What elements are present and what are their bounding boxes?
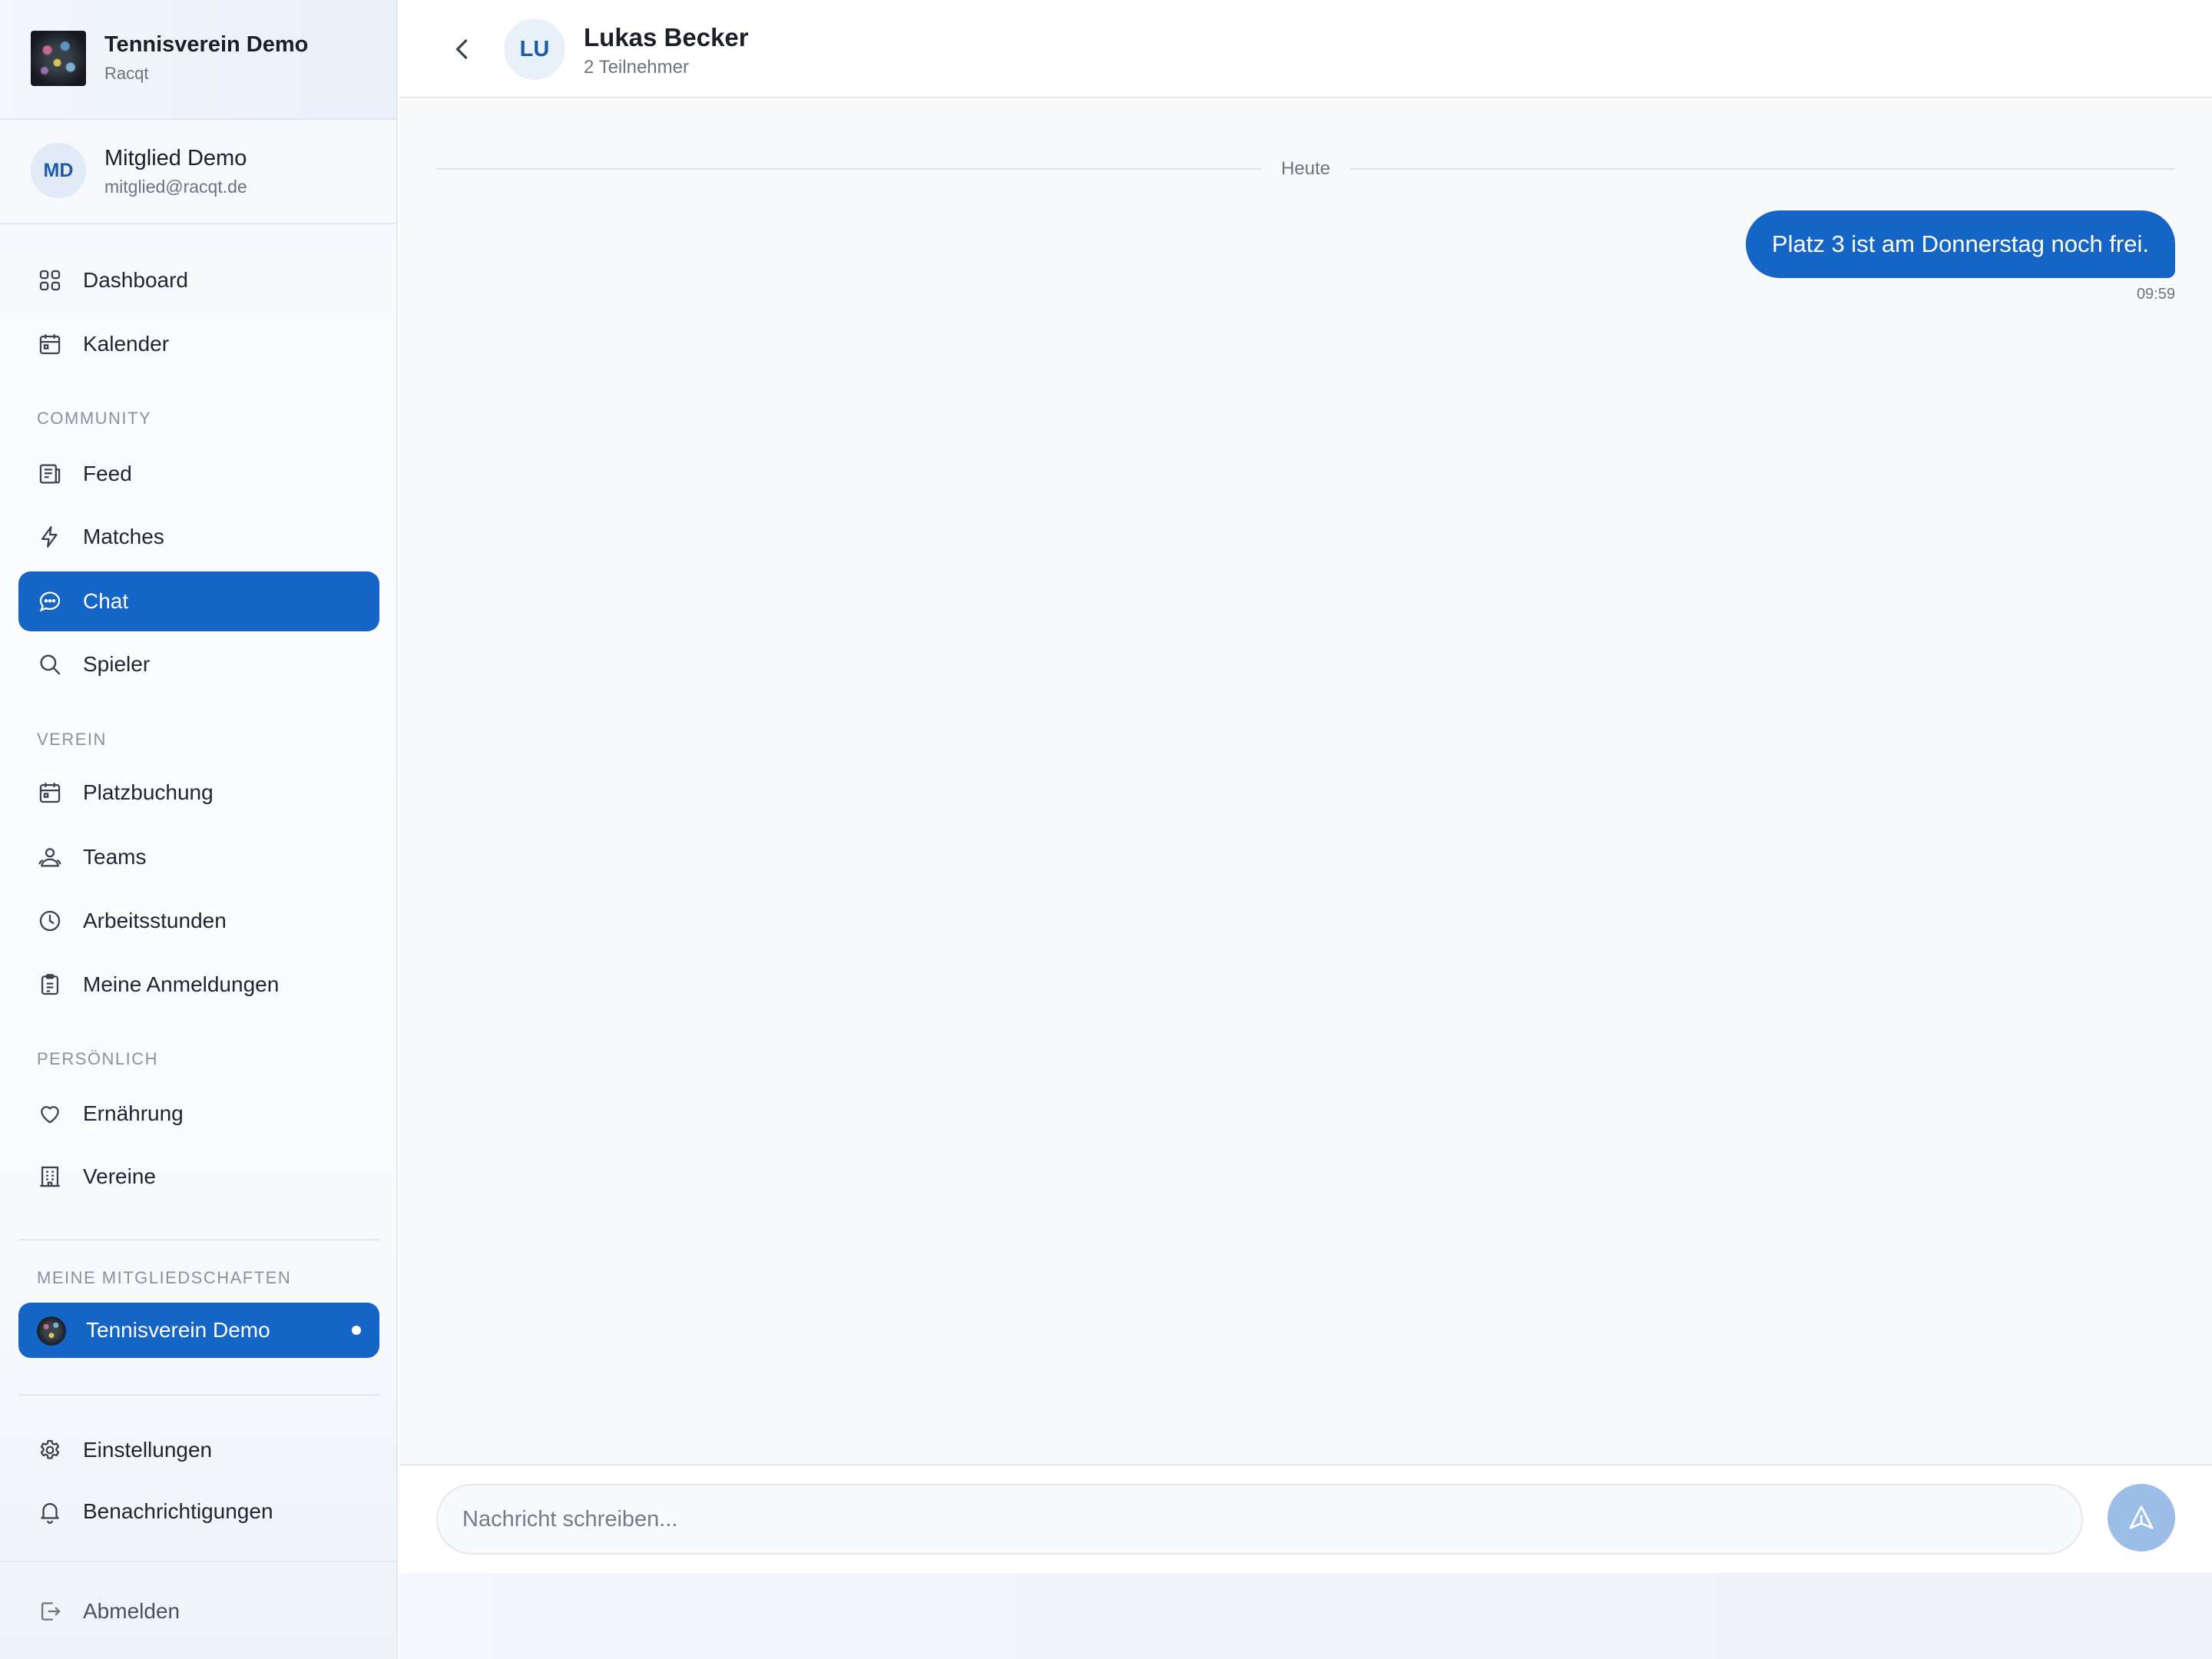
sidebar-item-label: Ernährung [83,1101,184,1125]
sidebar-item-einstellungen[interactable]: Einstellungen [18,1420,379,1480]
date-separator-label: Heute [1280,158,1331,179]
message-composer [399,1464,2212,1573]
sidebar-item-label: Arbeitsstunden [83,909,227,932]
divider [18,1394,379,1396]
sidebar-item-matches[interactable]: Matches [18,507,379,567]
sidebar-item-label: Matches [83,525,164,548]
chat-bubble-icon [37,588,63,614]
section-label-mitgliedschaften: MEINE MITGLIEDSCHAFTEN [37,1268,292,1287]
divider [18,1239,379,1240]
sidebar-item-arbeitsstunden[interactable]: Arbeitsstunden [18,891,379,951]
sidebar-item-benachrichtigungen[interactable]: Benachrichtigungen [18,1482,379,1541]
sidebar-item-label: Kalender [83,332,170,356]
section-label-verein: VEREIN [37,730,107,749]
sidebar-item-label: Abmelden [83,1599,180,1623]
newspaper-icon [37,461,63,487]
chat-header: LU Lukas Becker 2 Teilnehmer [399,0,2212,98]
lightning-icon [37,524,63,550]
sidebar-item-label: Einstellungen [83,1438,213,1462]
logout-icon [37,1598,63,1624]
clipboard-icon [37,972,63,998]
sidebar-item-spieler[interactable]: Spieler [18,634,379,694]
sidebar-item-label: Meine Anmeldungen [83,972,280,996]
message-timestamp: 09:59 [2136,286,2175,303]
calendar-icon [37,331,63,357]
club-name: Tennisverein Demo [104,32,309,57]
sidebar-item-ernaehrung[interactable]: Ernährung [18,1084,379,1144]
message-list[interactable]: Heute Platz 3 ist am Donnerstag noch fre… [399,100,2212,1464]
users-icon [37,844,63,870]
sidebar-item-feed[interactable]: Feed [18,444,379,504]
user-profile[interactable]: MD Mitglied Demo mitglied@racqt.de [0,120,396,224]
building-icon [37,1164,63,1190]
heart-icon [37,1101,63,1127]
sidebar-item-label: Chat [83,589,129,613]
participant-count: 2 Teilnehmer [584,57,689,78]
message-input[interactable] [436,1484,2083,1555]
sidebar-item-label: Vereine [83,1164,156,1188]
active-indicator-dot [352,1326,361,1335]
club-subtitle: Racqt [104,64,149,83]
sidebar-item-anmeldungen[interactable]: Meine Anmeldungen [18,955,379,1015]
gear-icon [37,1437,63,1463]
bell-icon [37,1498,63,1525]
club-header: Tennisverein Demo Racqt [0,0,396,120]
logout-section: Abmelden [0,1561,396,1659]
search-icon [37,651,63,677]
sidebar-item-label: Spieler [83,652,151,676]
chevron-left-icon [455,39,468,59]
sidebar-item-platzbuchung[interactable]: Platzbuchung [18,763,379,823]
date-separator: Heute [436,155,2175,183]
sidebar-item-teams[interactable]: Teams [18,827,379,887]
sidebar-item-label: Feed [83,462,132,485]
membership-tennisverein-demo[interactable]: Tennisverein Demo [18,1303,379,1358]
calendar-icon [37,780,63,806]
sidebar-item-vereine[interactable]: Vereine [18,1147,379,1207]
send-button[interactable] [2108,1484,2175,1551]
avatar: MD [31,143,86,198]
sidebar-item-label: Teams [83,845,147,869]
sidebar-item-label: Platzbuchung [83,780,214,804]
sidebar-item-abmelden[interactable]: Abmelden [18,1581,379,1641]
back-button[interactable] [445,32,479,66]
sidebar-item-label: Dashboard [83,268,188,292]
section-label-persoenlich: PERSÖNLICH [37,1049,159,1068]
chat-panel: LU Lukas Becker 2 Teilnehmer Heute Platz… [399,0,2212,1659]
sidebar-item-dashboard[interactable]: Dashboard [18,250,379,310]
user-email: mitglied@racqt.de [104,177,247,197]
grid-icon [37,267,63,293]
club-logo [31,31,86,86]
membership-label: Tennisverein Demo [86,1318,270,1342]
send-icon [2129,1505,2154,1529]
club-mini-logo [37,1316,66,1346]
user-name: Mitglied Demo [104,146,247,171]
sidebar-item-kalender[interactable]: Kalender [18,314,379,374]
sidebar: Tennisverein Demo Racqt MD Mitglied Demo… [0,0,398,1659]
message-bubble-outgoing[interactable]: Platz 3 ist am Donnerstag noch frei. [1745,210,2175,278]
bottom-area [399,1573,2212,1659]
conversation-avatar: LU [504,18,565,80]
sidebar-item-chat[interactable]: Chat [18,571,379,631]
sidebar-item-label: Benachrichtigungen [83,1499,273,1523]
conversation-title: Lukas Becker [584,23,749,51]
section-label-community: COMMUNITY [37,409,152,428]
clock-icon [37,908,63,934]
